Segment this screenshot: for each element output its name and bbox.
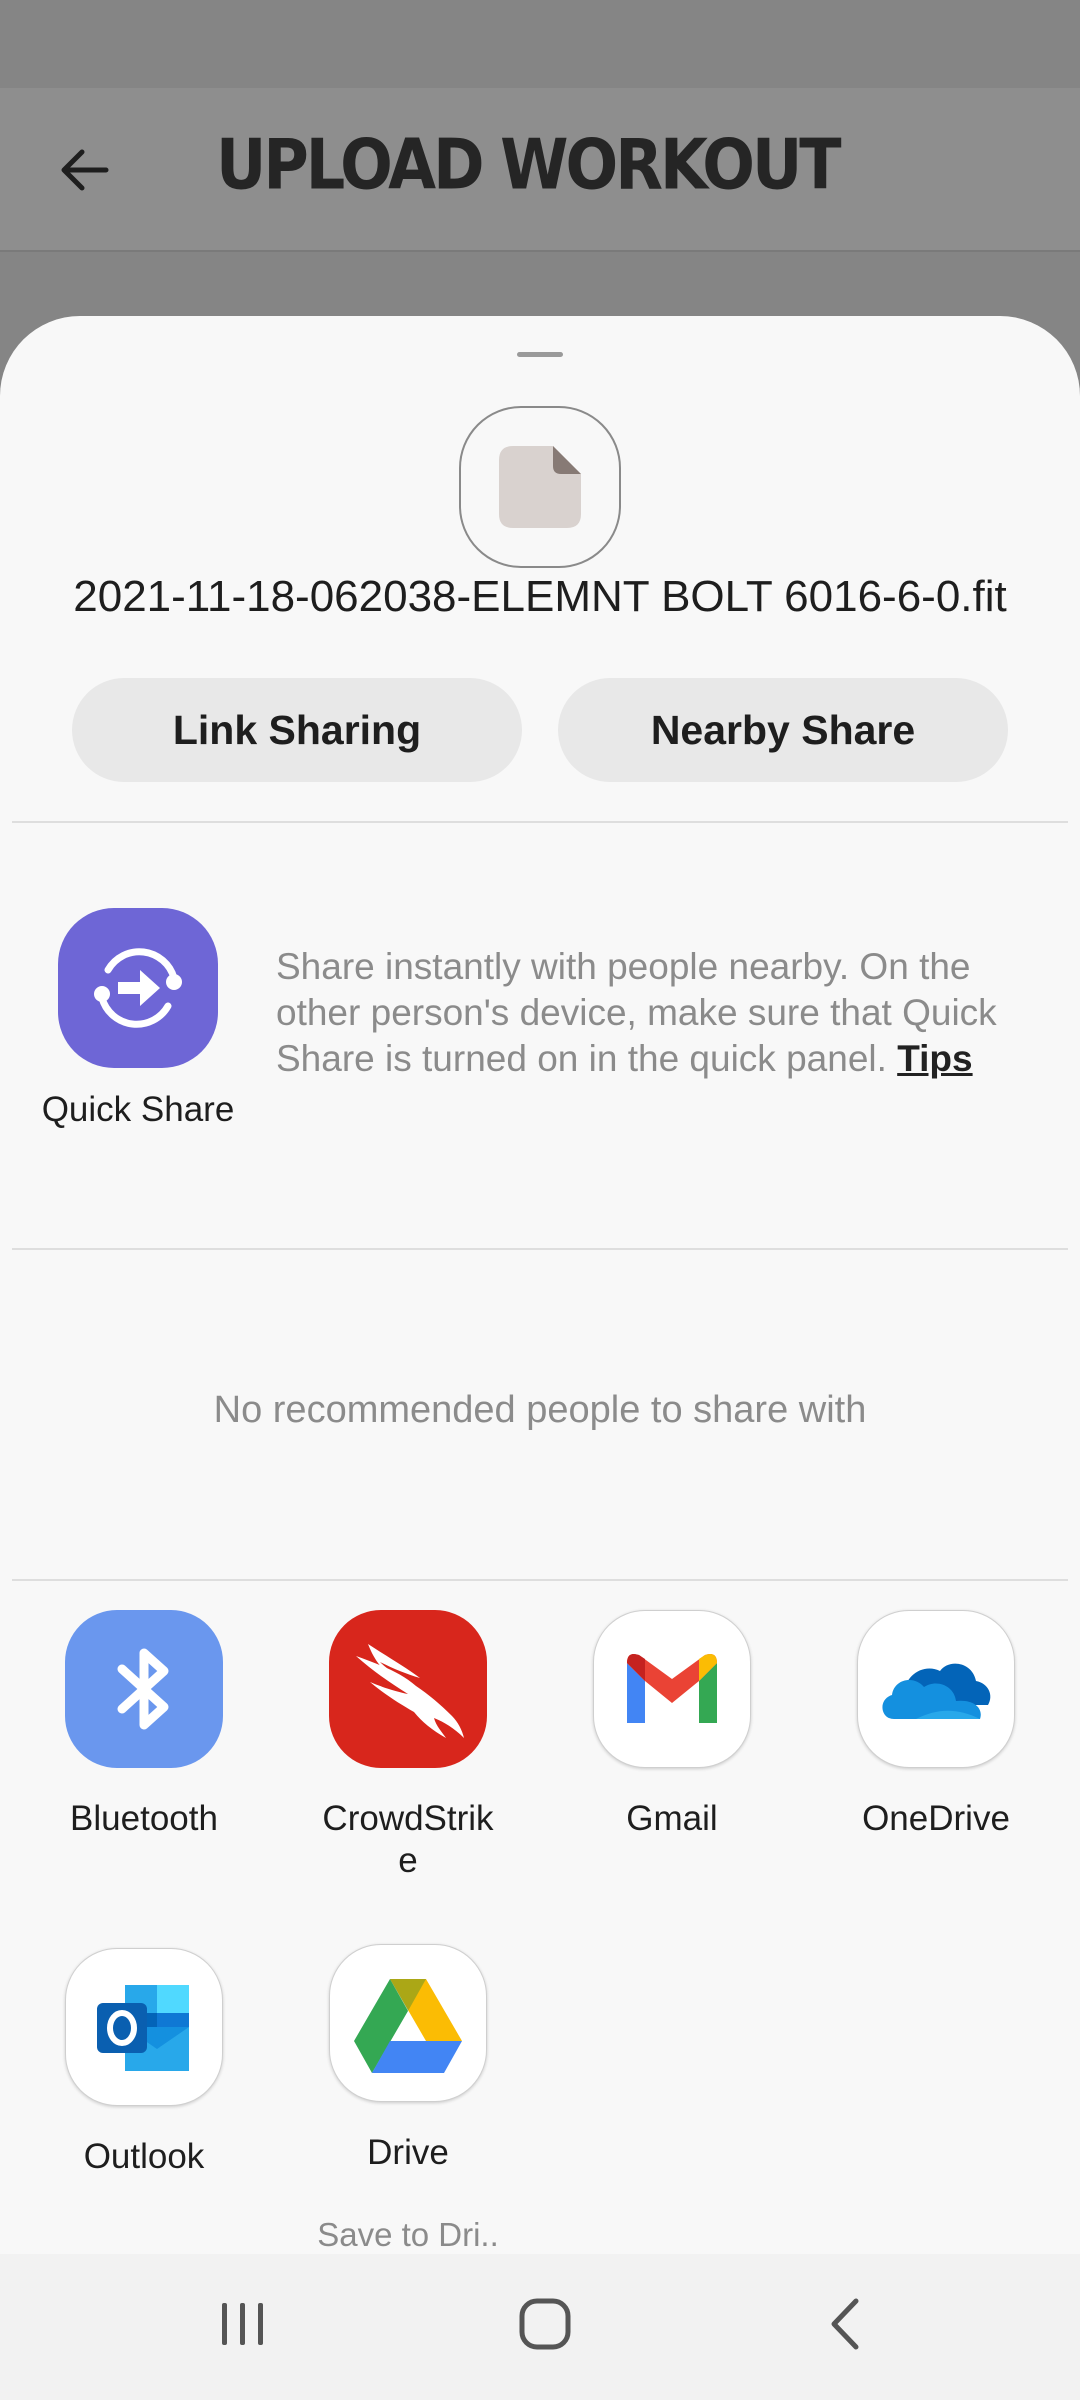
no-recommendations-text: No recommended people to share with xyxy=(213,1389,867,1431)
divider xyxy=(12,1579,1068,1581)
back-icon[interactable] xyxy=(786,2274,906,2374)
onedrive-icon[interactable] xyxy=(857,1610,1015,1768)
share-sheet: 2021-11-18-062038-ELEMNT BOLT 6016-6-0.f… xyxy=(0,316,1080,2254)
app-label: Gmail xyxy=(626,1799,718,1838)
back-arrow-icon[interactable] xyxy=(50,136,118,204)
page-title: UPLOAD WORKOUT xyxy=(216,123,842,206)
app-bar: UPLOAD WORKOUT xyxy=(0,88,1080,252)
drag-handle[interactable] xyxy=(517,352,563,357)
gmail-icon[interactable] xyxy=(593,1610,751,1768)
link-sharing-button[interactable]: Link Sharing xyxy=(72,678,522,782)
quick-share-description-text: Share instantly with people nearby. On t… xyxy=(276,946,997,1079)
quick-share-description: Share instantly with people nearby. On t… xyxy=(276,944,1016,1082)
crowdstrike-falcon-icon[interactable] xyxy=(329,1610,487,1768)
app-sublabel: Save to Dri.. xyxy=(317,2216,499,2253)
quick-share-label: Quick Share xyxy=(41,1090,235,1129)
app-label: Drive xyxy=(367,2133,449,2172)
file-thumbnail xyxy=(459,406,621,568)
google-drive-icon[interactable] xyxy=(329,1944,487,2102)
divider xyxy=(12,1248,1068,1250)
status-bar xyxy=(0,0,1080,88)
nearby-share-button[interactable]: Nearby Share xyxy=(558,678,1008,782)
app-label: CrowdStrik e xyxy=(322,1799,494,1880)
recents-icon[interactable] xyxy=(183,2274,303,2374)
file-icon xyxy=(499,446,581,528)
app-label: Bluetooth xyxy=(70,1799,218,1838)
home-icon[interactable] xyxy=(485,2274,605,2374)
file-name: 2021-11-18-062038-ELEMNT BOLT 6016-6-0.f… xyxy=(73,572,1007,621)
app-label: Outlook xyxy=(83,2137,205,2176)
quick-share-icon[interactable] xyxy=(58,908,218,1068)
tips-link[interactable]: Tips xyxy=(897,1038,972,1079)
bluetooth-icon[interactable] xyxy=(65,1610,223,1768)
navigation-bar xyxy=(0,2254,1080,2400)
outlook-icon[interactable] xyxy=(65,1948,223,2106)
app-label: OneDrive xyxy=(862,1799,1010,1838)
divider xyxy=(12,821,1068,823)
